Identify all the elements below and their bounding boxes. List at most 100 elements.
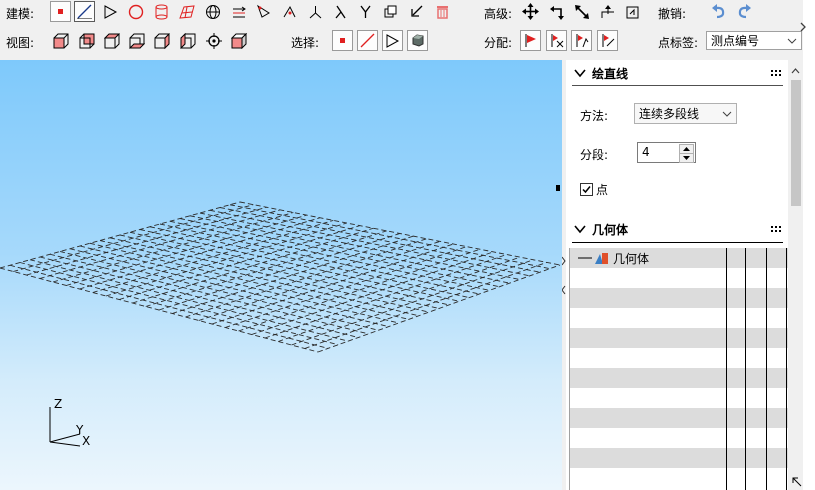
cone-tool-button[interactable] bbox=[253, 1, 274, 22]
tree-row[interactable] bbox=[570, 388, 788, 408]
draw-line-section-header[interactable]: 绘直线 bbox=[568, 62, 783, 84]
move-tool-button[interactable] bbox=[406, 1, 427, 22]
point-label-select[interactable]: 测点编号 bbox=[706, 31, 802, 50]
sphere-tool-button[interactable] bbox=[202, 1, 223, 22]
axis-triad bbox=[49, 407, 81, 447]
chevron-right-icon[interactable] bbox=[799, 22, 807, 32]
geometry-tree[interactable]: 几何体 bbox=[569, 248, 788, 490]
view-top-button[interactable] bbox=[101, 30, 122, 51]
segments-stepper[interactable]: 4 bbox=[637, 142, 696, 163]
geometry-section-header[interactable]: 几何体 bbox=[568, 218, 783, 240]
undo-arrow-icon bbox=[711, 3, 724, 18]
mesh-line bbox=[238, 248, 481, 332]
mesh-line bbox=[169, 220, 490, 291]
triangle-icon bbox=[386, 34, 400, 48]
tree-row[interactable] bbox=[570, 368, 788, 388]
view-front-button[interactable] bbox=[50, 30, 71, 51]
point-tool-button[interactable] bbox=[50, 1, 71, 22]
chevron-down-icon bbox=[574, 69, 586, 78]
tree-row[interactable] bbox=[570, 468, 788, 488]
flag-diagonal-icon bbox=[602, 34, 615, 47]
tree-line-icon bbox=[578, 257, 592, 259]
draw-line-divider bbox=[572, 85, 783, 86]
branch-icon bbox=[309, 6, 322, 19]
view-left-button[interactable] bbox=[151, 30, 172, 51]
grip-icon[interactable] bbox=[771, 70, 781, 76]
tree-root-item[interactable]: 几何体 bbox=[578, 250, 649, 266]
segments-value[interactable]: 4 bbox=[642, 145, 650, 159]
scroll-up-arrow-icon[interactable] bbox=[788, 65, 803, 77]
select-line-button[interactable] bbox=[357, 30, 378, 51]
scale-tool-button[interactable] bbox=[571, 1, 592, 22]
arrow-triangle-icon bbox=[257, 4, 270, 18]
cube-front-icon bbox=[53, 33, 68, 48]
resize-corner-icon[interactable] bbox=[791, 476, 803, 488]
branch-tool-button[interactable] bbox=[305, 1, 326, 22]
pan-tool-button[interactable] bbox=[520, 1, 541, 22]
method-select[interactable]: 连续多段线 bbox=[634, 103, 737, 124]
flag-icon bbox=[525, 34, 536, 47]
point-checkbox-row[interactable]: 点 bbox=[580, 181, 608, 198]
redo-button[interactable] bbox=[733, 1, 754, 22]
geometry-icon bbox=[595, 253, 608, 264]
delete-button[interactable] bbox=[432, 1, 453, 22]
draw-line-title: 绘直线 bbox=[592, 66, 629, 81]
window-edge bbox=[792, 0, 815, 490]
copy-tool-button[interactable] bbox=[380, 1, 401, 22]
select-point-button[interactable] bbox=[332, 30, 353, 51]
triangle-tool-button[interactable] bbox=[100, 1, 121, 22]
circle-tool-button[interactable] bbox=[125, 1, 146, 22]
assign-diagonal-button[interactable] bbox=[597, 30, 618, 51]
view-back-button[interactable] bbox=[76, 30, 97, 51]
line-tool-button[interactable] bbox=[74, 1, 95, 22]
assign-arrow-button[interactable] bbox=[571, 30, 592, 51]
mesh-line bbox=[219, 207, 540, 273]
split-tool-button[interactable] bbox=[279, 1, 300, 22]
scrollbar-thumb[interactable] bbox=[791, 80, 801, 206]
point-label-value: 测点编号 bbox=[711, 34, 760, 48]
panel-scrollbar[interactable] bbox=[788, 60, 803, 490]
tree-row[interactable] bbox=[570, 408, 788, 428]
tree-row[interactable] bbox=[570, 448, 788, 468]
3d-viewport[interactable]: Z Y X bbox=[0, 60, 562, 490]
line-icon bbox=[360, 33, 375, 48]
line-icon bbox=[77, 4, 92, 19]
cylinder-icon bbox=[155, 4, 168, 19]
view-center-button[interactable] bbox=[203, 30, 224, 51]
grip-icon[interactable] bbox=[771, 226, 781, 232]
assign-cross-button[interactable] bbox=[546, 30, 567, 51]
point-checkbox[interactable] bbox=[580, 183, 593, 196]
lambda-icon bbox=[335, 5, 346, 19]
viewport-resize-handle[interactable] bbox=[556, 185, 560, 191]
view-iso-button[interactable] bbox=[228, 30, 249, 51]
view-right-button[interactable] bbox=[177, 30, 198, 51]
y-joint-tool-button[interactable] bbox=[355, 1, 376, 22]
select-solid-button[interactable] bbox=[407, 30, 428, 51]
cube-bottom-icon bbox=[128, 33, 145, 48]
tree-row[interactable] bbox=[570, 348, 788, 368]
tree-row[interactable] bbox=[570, 308, 788, 328]
assign-flag-button[interactable] bbox=[520, 30, 541, 51]
select-surface-button[interactable] bbox=[382, 30, 403, 51]
tree-row[interactable] bbox=[570, 328, 788, 348]
resize-diagonal-icon bbox=[574, 4, 589, 19]
surface-mesh-tool-button[interactable] bbox=[176, 1, 197, 22]
geometry-divider bbox=[572, 242, 783, 243]
method-value: 连续多段线 bbox=[639, 107, 700, 121]
tree-column-divider bbox=[745, 248, 746, 490]
mirror-tool-button[interactable] bbox=[622, 1, 643, 22]
extrude-tool-button[interactable] bbox=[228, 1, 249, 22]
rotate-tool-button[interactable] bbox=[546, 1, 567, 22]
tree-row[interactable] bbox=[570, 428, 788, 448]
undo-button[interactable] bbox=[708, 1, 729, 22]
segments-down-button[interactable] bbox=[679, 153, 694, 163]
cylinder-tool-button[interactable] bbox=[151, 1, 172, 22]
mesh-line bbox=[278, 256, 521, 342]
view-bottom-button[interactable] bbox=[126, 30, 147, 51]
lambda-tool-button[interactable] bbox=[330, 1, 351, 22]
tree-row[interactable] bbox=[570, 288, 788, 308]
rotate-arrow-icon bbox=[549, 5, 564, 20]
flag-cross-icon bbox=[551, 34, 564, 48]
align-tool-button[interactable] bbox=[597, 1, 618, 22]
tree-row[interactable] bbox=[570, 268, 788, 288]
